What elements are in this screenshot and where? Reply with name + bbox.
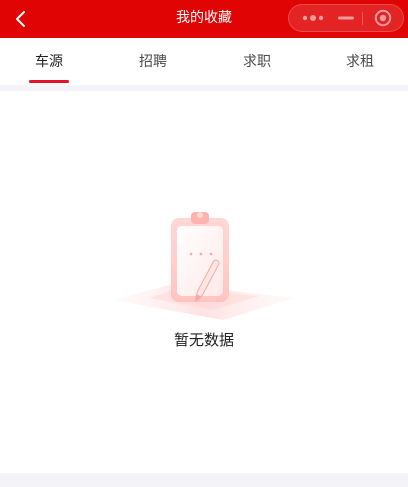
tab-car-source[interactable]: 车源 (14, 38, 84, 84)
nav-bar: 我的收藏 (0, 0, 408, 38)
tab-bar: 车源 招聘 求职 求租 (0, 38, 408, 84)
minimize-button[interactable] (329, 5, 363, 31)
tab-rental-wanted[interactable]: 求租 (325, 38, 395, 84)
clipboard-pen-icon (113, 212, 295, 320)
target-circle-icon (374, 9, 392, 27)
bottom-divider (0, 473, 408, 487)
more-button[interactable] (293, 5, 333, 31)
minus-icon (338, 16, 354, 20)
tab-job-seeking[interactable]: 求职 (222, 38, 292, 84)
empty-state-message: 暂无数据 (173, 331, 234, 349)
empty-state-illustration (109, 210, 299, 324)
tab-recruitment[interactable]: 招聘 (118, 38, 188, 84)
mini-program-capsule (288, 4, 404, 32)
active-tab-indicator (29, 80, 69, 83)
close-button[interactable] (365, 5, 401, 31)
section-divider (0, 85, 408, 91)
more-dots-icon (302, 15, 324, 21)
